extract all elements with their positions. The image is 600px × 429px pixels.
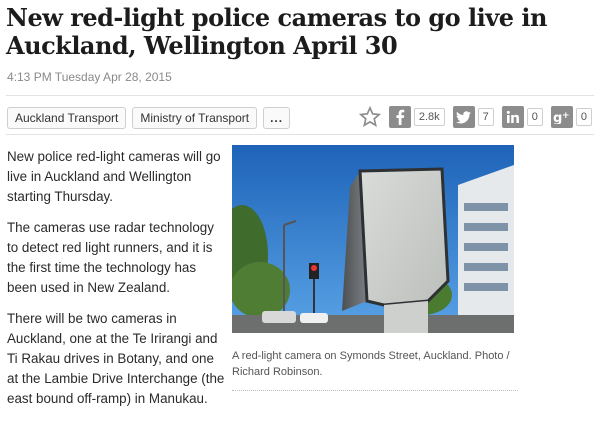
share-bar: 2.8k 7 0 g + 0 xyxy=(358,104,592,130)
body-paragraph: The cameras use radar technology to dete… xyxy=(7,220,214,295)
article-body: New police red-light cameras will go liv… xyxy=(7,147,227,420)
body-paragraph: There will be two cameras in Auckland, o… xyxy=(7,311,225,406)
divider xyxy=(6,95,594,96)
svg-text:g: g xyxy=(553,111,562,124)
linkedin-count: 0 xyxy=(526,108,543,126)
facebook-icon[interactable] xyxy=(388,106,411,128)
more-tags-button[interactable]: ... xyxy=(263,107,291,129)
divider xyxy=(6,134,594,135)
star-icon[interactable] xyxy=(358,106,381,128)
photo-caption: A red-light camera on Symonds Street, Au… xyxy=(232,350,510,378)
twitter-share[interactable]: 7 xyxy=(452,106,494,128)
article-headline: New red-light police cameras to go live … xyxy=(6,3,547,60)
facebook-count: 2.8k xyxy=(413,108,445,126)
googleplus-count: 0 xyxy=(575,108,592,126)
googleplus-icon[interactable]: g + xyxy=(550,106,573,128)
googleplus-share[interactable]: g + 0 xyxy=(550,106,592,128)
facebook-share[interactable]: 2.8k xyxy=(388,106,445,128)
article-photo[interactable] xyxy=(232,145,514,333)
twitter-count: 7 xyxy=(477,108,494,126)
twitter-icon[interactable] xyxy=(452,106,475,128)
svg-text:+: + xyxy=(562,111,570,121)
tag-auckland-transport[interactable]: Auckland Transport xyxy=(7,107,127,129)
tag-ministry-of-transport[interactable]: Ministry of Transport xyxy=(132,107,258,129)
red-light-camera-photo xyxy=(232,145,514,333)
linkedin-share[interactable]: 0 xyxy=(501,106,543,128)
caption-divider xyxy=(232,390,518,391)
body-paragraph: New police red-light cameras will go liv… xyxy=(7,149,221,204)
tag-list: Auckland Transport Ministry of Transport… xyxy=(7,107,291,131)
article-timestamp: 4:13 PM Tuesday Apr 28, 2015 xyxy=(7,70,172,84)
linkedin-icon[interactable] xyxy=(501,106,524,128)
